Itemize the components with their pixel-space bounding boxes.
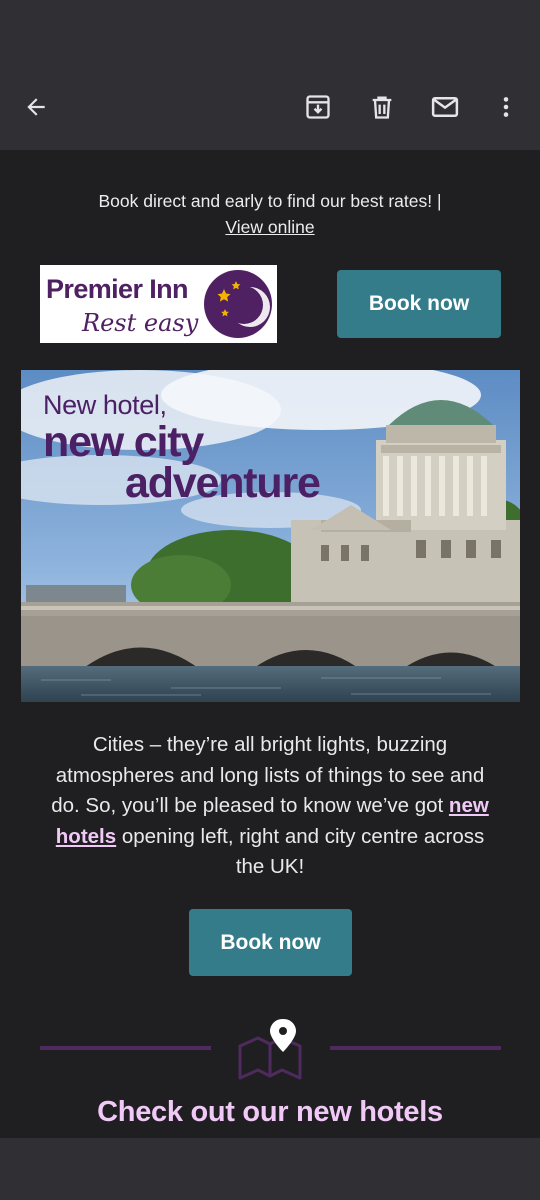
section-title: Check out our new hotels (97, 1096, 443, 1128)
book-now-button-main[interactable]: Book now (189, 909, 352, 976)
hero-banner[interactable]: New hotel, new city adventure (21, 370, 520, 702)
hero-headline: New hotel, new city adventure (43, 390, 321, 507)
moon-stars-logo-icon (204, 270, 272, 338)
divider-left (40, 1046, 211, 1050)
back-button[interactable] (8, 64, 64, 150)
archive-button[interactable] (290, 64, 346, 150)
intro-text-part-1: Cities – they’re all bright lights, buzz… (51, 733, 485, 817)
status-bar (0, 0, 540, 64)
more-options-button[interactable] (478, 64, 534, 150)
view-online-link[interactable]: View online (225, 217, 314, 237)
hero-line-1: New hotel, (43, 390, 167, 420)
back-arrow-icon (27, 98, 45, 116)
premier-inn-logo[interactable]: Premier Inn Rest easy (40, 265, 277, 343)
hero-line-3: adventure (125, 459, 321, 507)
mark-unread-icon (431, 97, 459, 117)
intro-text-part-2: opening left, right and city centre acro… (116, 824, 485, 879)
more-vert-icon (503, 97, 509, 117)
hero-line-2: new city (43, 418, 204, 466)
map-pin-icon (238, 1019, 302, 1080)
logo-brand-text: Premier Inn (46, 274, 189, 304)
delete-button[interactable] (354, 64, 410, 150)
email-body: Book direct and early to find our best r… (0, 150, 540, 1138)
app-bar (0, 64, 540, 150)
divider-right (330, 1046, 501, 1050)
bottom-bar (0, 1138, 540, 1200)
intro-paragraph: Cities – they’re all bright lights, buzz… (40, 730, 500, 883)
delete-icon (372, 96, 392, 119)
logo-tagline: Rest easy (82, 309, 199, 337)
archive-icon (306, 95, 330, 119)
preheader-text: Book direct and early to find our best r… (98, 191, 442, 211)
mark-unread-button[interactable] (417, 64, 473, 150)
preheader: Book direct and early to find our best r… (0, 188, 540, 240)
book-now-button-top[interactable]: Book now (337, 270, 501, 338)
